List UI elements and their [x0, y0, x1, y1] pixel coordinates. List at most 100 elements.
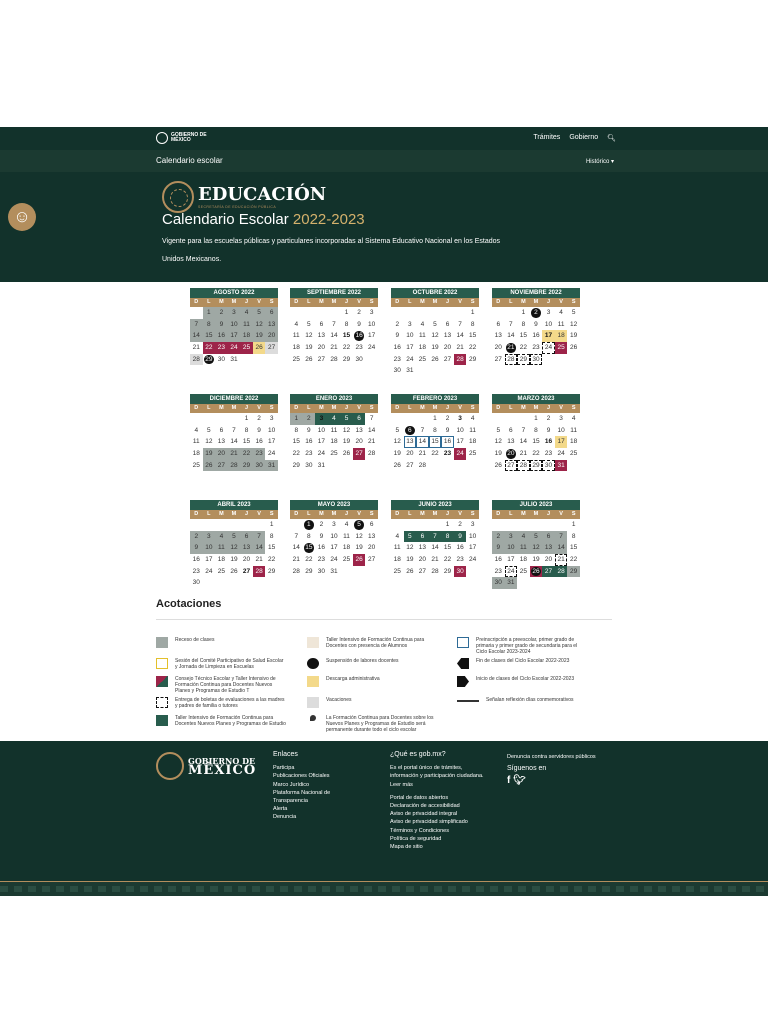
denuncia-link[interactable]: Denuncia contra servidores públicos [507, 753, 617, 761]
day-cell: 7 [521, 426, 526, 434]
day-cell: 12 [494, 438, 502, 446]
day-cell: 29 [342, 355, 351, 363]
day-cell: 28 [190, 353, 203, 366]
footer-link[interactable]: Plataforma Nacional de Transparencia [273, 789, 353, 805]
day-cell: 16 [393, 344, 401, 352]
brand-name: EDUCACIÓN [198, 184, 327, 205]
footer-link[interactable]: Denuncia [273, 813, 353, 821]
day-cell: 6 [542, 530, 555, 543]
empty-cell [190, 413, 203, 425]
footer-link[interactable]: Declaración de accesibilidad [390, 802, 485, 810]
day-cell: 8 [244, 426, 249, 434]
empty-cell [203, 413, 216, 425]
gobierno-logo[interactable]: GOBIERNO DE MÉXICO [156, 132, 207, 144]
historico-dropdown[interactable]: Histórico ▾ [586, 158, 614, 165]
day-cell: 19 [305, 344, 313, 352]
footer-logo[interactable]: GOBIERNO DE MÉXICO [156, 752, 256, 780]
weekday-label: L [403, 298, 417, 307]
day-cell: 24 [330, 556, 338, 564]
footer-link[interactable]: Mapa de sitio [390, 843, 485, 851]
day-cell: 17 [268, 438, 276, 446]
day-cell: 21 [505, 342, 518, 354]
day-cell: 6 [509, 426, 513, 434]
footer-link[interactable]: Aviso de privacidad simplificado [390, 818, 485, 826]
legend-text: Fin de clases del Ciclo Escolar 2022-202… [476, 658, 570, 664]
day-cell: 2 [395, 320, 400, 328]
day-cell: 9 [319, 532, 324, 540]
month-calendar: AGOSTO 2022 D L M M J V S 1 2 3 4 5 6 7 8 9 10 11 12 13 14 15 1… [190, 288, 278, 366]
day-cell: 28 [368, 450, 376, 458]
day-cell: 24 [469, 556, 477, 564]
day-cell: 14 [330, 332, 338, 340]
efemerides-label-icon [457, 700, 479, 702]
day-cell: 19 [355, 544, 363, 552]
facebook-icon[interactable]: f [507, 775, 510, 786]
empty-cell [555, 519, 568, 531]
day-cell: 30 [355, 355, 363, 363]
month-grid: D L M M J V S 1 2 3 4 5 6 7 8 9 10 11 12 13 14 15 16 17 18 19 20 21… [190, 510, 278, 589]
weekday-label: L [403, 510, 417, 519]
day-cell: 5 [496, 426, 501, 434]
weekday-label: S [466, 298, 479, 307]
month-header: FEBRERO 2023 [391, 394, 479, 404]
footer-link[interactable]: Publicaciones Oficiales [273, 772, 353, 780]
footer-link[interactable]: Política de seguridad [390, 835, 485, 843]
day-cell: 7 [332, 320, 336, 328]
day-cell: 8 [294, 426, 299, 434]
tramites-link[interactable]: Trámites [533, 134, 560, 142]
day-cell: 19 [393, 450, 401, 458]
day-cell: 5 [252, 307, 266, 319]
footer-link[interactable]: Términos y Condiciones [390, 827, 485, 835]
weekday-label: S [265, 510, 278, 519]
day-cell: 3 [470, 521, 475, 528]
enlaces-title: Enlaces [273, 751, 298, 758]
month-calendar: JULIO 2023 D L M M J V S 1 2 3 4 5 6 7 8 9 10 11 12 13 14 15 16… [492, 500, 580, 590]
month-calendar: SEPTIEMBRE 2022 D L M M J V S 1 2 3 4 5 6 7 8 9 10 11 12 13 1… [290, 288, 378, 365]
legend-item: Señalan reflexión días conmemorativos [457, 697, 598, 703]
section-title[interactable]: Calendario escolar [156, 156, 223, 165]
day-cell: 27 [542, 565, 555, 578]
accessibility-icon[interactable]: ☺ [8, 203, 36, 231]
day-cell: 6 [496, 320, 501, 328]
footer-link[interactable]: Marco Jurídico [273, 781, 353, 789]
day-cell: 2 [257, 415, 261, 422]
month-calendar: DICIEMBRE 2022 D L M M J V S 1 2 3 4 5 6 7 8 9 10 11 12 13 14… [190, 394, 278, 472]
weekday-label: J [340, 404, 353, 413]
day-cell: 22 [292, 450, 300, 458]
black-circle-icon [307, 658, 319, 669]
twitter-icon[interactable]: 🐦︎ [513, 775, 526, 786]
sub-navbar: Calendario escolar Histórico ▾ [0, 150, 768, 172]
gobierno-link[interactable]: Gobierno [569, 134, 598, 142]
day-cell: 12 [431, 332, 439, 340]
day-cell: 3 [269, 415, 274, 422]
search-icon[interactable]: 🔍︎ [607, 134, 616, 142]
empty-cell [429, 519, 442, 531]
day-cell: 21 [418, 450, 427, 458]
day-cell: 16 [192, 556, 200, 564]
day-cell: 21 [292, 556, 300, 564]
day-cell: 4 [344, 521, 349, 528]
day-cell: 21 [456, 344, 464, 352]
day-cell: 12 [570, 320, 578, 328]
legend-item: Fin de clases del Ciclo Escolar 2022-202… [457, 658, 588, 669]
empty-cell [215, 519, 228, 531]
weekday-label: D [391, 298, 404, 307]
weekday-label: L [504, 510, 518, 519]
weekday-label: S [466, 404, 479, 413]
legend-text: Entrega de boletas de evaluaciones a las… [175, 697, 285, 709]
weekday-label: M [315, 510, 328, 519]
footer-link[interactable]: Alerta [273, 805, 353, 813]
day-cell: 25 [469, 450, 477, 458]
day-cell: 16 [305, 438, 313, 446]
day-cell: 9 [357, 320, 361, 328]
day-cell: 27 [265, 342, 278, 354]
day-cell: 29 [469, 355, 477, 363]
footer-link[interactable]: Portal de datos abiertos [390, 794, 485, 802]
footer-link[interactable]: Aviso de privacidad integral [390, 810, 485, 818]
weekday-label: V [554, 510, 568, 519]
day-cell: 27 [317, 355, 326, 363]
day-cell: 6 [219, 426, 224, 434]
month-calendar: MARZO 2023 D L M M J V S 1 2 3 4 5 6 7 8 9 10 11 12 13 14 15 16… [492, 394, 580, 472]
day-cell: 2 [319, 521, 324, 528]
footer-link[interactable]: Participa [273, 764, 353, 772]
